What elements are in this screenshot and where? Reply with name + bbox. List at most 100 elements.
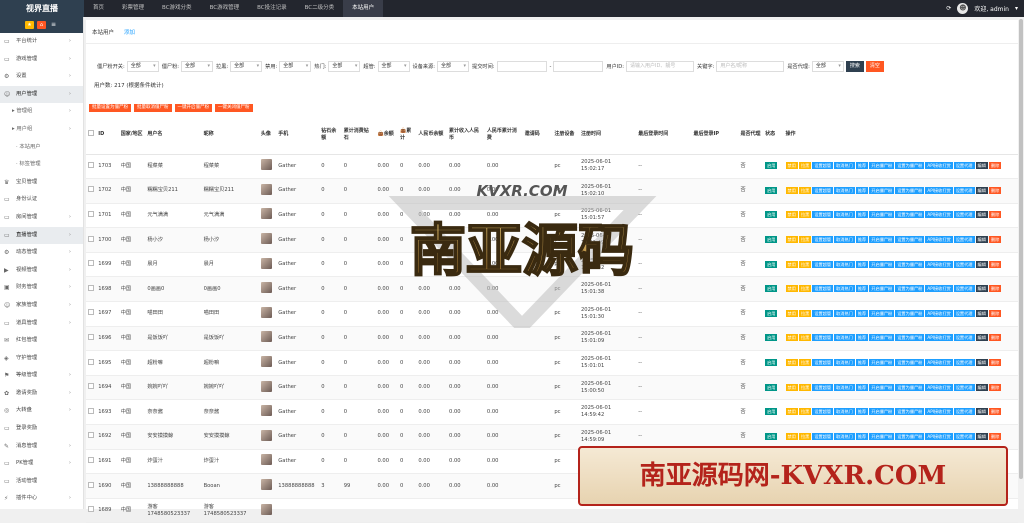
action-button[interactable]: API接收打赏 — [925, 408, 953, 416]
action-button[interactable]: 开启僵尸粉 — [869, 162, 895, 170]
action-button[interactable]: 开启僵尸粉 — [869, 408, 895, 416]
action-button[interactable]: 删除 — [988, 285, 1002, 293]
sidebar-item[interactable]: ⚙ 设置 › — [0, 68, 83, 86]
action-button[interactable]: 拉黑 — [798, 359, 812, 367]
action-button[interactable]: 编辑 — [975, 162, 988, 170]
topnav-item[interactable]: 本站用户 — [343, 0, 384, 17]
app-title[interactable]: 视界直播 — [0, 0, 84, 17]
sidebar-item[interactable]: ⚙ 动态管理 › — [0, 244, 83, 262]
action-button[interactable]: 设置为僵尸粉 — [895, 432, 925, 440]
sidebar-item[interactable]: ▭ 身份认证 — [0, 191, 83, 209]
action-button[interactable]: 取消热门 — [834, 211, 855, 219]
status-badge[interactable]: 启用 — [765, 162, 778, 170]
row-checkbox[interactable] — [88, 284, 94, 291]
action-button[interactable]: 删除 — [988, 334, 1002, 342]
action-button[interactable]: 拉黑 — [798, 285, 812, 293]
action-button[interactable]: 开启僵尸粉 — [869, 186, 895, 194]
topnav-item[interactable]: BC二级分类 — [296, 0, 344, 17]
sidebar-item[interactable]: ▣ 财务管理 › — [0, 279, 83, 297]
action-button[interactable]: 取消热门 — [834, 309, 855, 317]
status-badge[interactable]: 启用 — [765, 285, 778, 293]
action-button[interactable]: 推荐 — [855, 211, 869, 219]
action-button[interactable]: 设置为僵尸粉 — [895, 236, 925, 244]
filter-select[interactable]: 全部 — [328, 61, 361, 72]
action-button[interactable]: 开启僵尸粉 — [869, 285, 895, 293]
action-button[interactable]: 禁用 — [785, 309, 798, 317]
action-button[interactable]: 设置为僵尸粉 — [895, 260, 925, 268]
status-badge[interactable]: 启用 — [765, 408, 778, 416]
action-button[interactable]: 推荐 — [855, 162, 869, 170]
tab-users[interactable]: 本站用户 — [92, 28, 114, 36]
action-button[interactable]: 设置为僵尸粉 — [895, 408, 925, 416]
scrollbar-thumb[interactable] — [1019, 19, 1023, 479]
action-button[interactable]: 设置代理 — [953, 383, 975, 391]
search-button[interactable]: 搜索 — [845, 61, 864, 72]
action-button[interactable]: API接收打赏 — [925, 211, 953, 219]
sidebar-item[interactable]: ✎ 消息管理 › — [0, 438, 83, 456]
action-button[interactable]: 设置为僵尸粉 — [895, 309, 925, 317]
action-button[interactable]: 编辑 — [975, 186, 988, 194]
action-button[interactable]: 设置为僵尸粉 — [895, 383, 925, 391]
chevron-down-icon[interactable]: ▾ — [1015, 5, 1018, 12]
action-button[interactable]: 推荐 — [855, 260, 869, 268]
greeting-label[interactable]: 欢迎, admin — [974, 4, 1009, 13]
status-badge[interactable]: 启用 — [765, 383, 778, 391]
batch-button[interactable]: 批量设置为僵尸粉 — [89, 104, 131, 112]
action-button[interactable]: 推荐 — [855, 432, 869, 440]
batch-button[interactable]: 一键开启僵尸粉 — [174, 104, 212, 112]
action-button[interactable]: 设置为僵尸粉 — [895, 162, 925, 170]
action-button[interactable]: 设置为僵尸粉 — [895, 359, 925, 367]
status-badge[interactable]: 启用 — [765, 186, 778, 194]
action-button[interactable]: 编辑 — [975, 334, 988, 342]
action-button[interactable]: 设置代理 — [953, 211, 975, 219]
status-badge[interactable]: 启用 — [765, 211, 778, 219]
action-button[interactable]: 设置超管 — [812, 309, 834, 317]
action-button[interactable]: 设置代理 — [953, 236, 975, 244]
action-button[interactable]: API接收打赏 — [925, 186, 953, 194]
action-button[interactable]: API接收打赏 — [925, 260, 953, 268]
action-button[interactable]: 开启僵尸粉 — [869, 359, 895, 367]
action-button[interactable]: 删除 — [988, 162, 1002, 170]
action-button[interactable]: 删除 — [988, 309, 1002, 317]
action-button[interactable]: 禁用 — [785, 359, 798, 367]
sidebar-item[interactable]: ▶ 视频管理 › — [0, 262, 83, 280]
action-button[interactable]: API接收打赏 — [925, 236, 953, 244]
user-avatar-icon[interactable]: ☻ — [957, 3, 969, 14]
sidebar-item[interactable]: ◎ 大转盘 › — [0, 402, 83, 420]
action-button[interactable]: 取消热门 — [834, 186, 855, 194]
action-button[interactable]: 取消热门 — [834, 383, 855, 391]
action-button[interactable]: 设置超管 — [812, 186, 834, 194]
action-button[interactable]: 删除 — [988, 211, 1002, 219]
status-badge[interactable]: 启用 — [765, 334, 778, 342]
action-button[interactable]: 禁用 — [785, 236, 798, 244]
topnav-item[interactable]: 首页 — [84, 0, 113, 17]
sidebar-item[interactable]: ▭ 房间管理 › — [0, 209, 83, 227]
filter-select[interactable]: 全部 — [126, 61, 159, 72]
action-button[interactable]: API接收打赏 — [925, 162, 953, 170]
sidebar-item[interactable]: · 本站用户 — [0, 139, 83, 157]
row-checkbox[interactable] — [88, 456, 94, 463]
action-button[interactable]: 设置代理 — [953, 309, 975, 317]
action-button[interactable]: 编辑 — [975, 408, 988, 416]
action-button[interactable]: 拉黑 — [798, 186, 812, 194]
action-button[interactable]: 删除 — [988, 186, 1002, 194]
row-checkbox[interactable] — [88, 235, 94, 242]
action-button[interactable]: 推荐 — [855, 186, 869, 194]
tab-add[interactable]: 添加 — [124, 28, 135, 36]
action-button[interactable]: 禁用 — [785, 260, 798, 268]
action-button[interactable]: 禁用 — [785, 383, 798, 391]
sidebar-item[interactable]: ▭ 直播管理 › — [0, 226, 83, 245]
action-button[interactable]: 设置为僵尸粉 — [895, 186, 925, 194]
action-button[interactable]: 拉黑 — [798, 309, 812, 317]
status-badge[interactable]: 启用 — [765, 432, 778, 440]
action-button[interactable]: 禁用 — [785, 408, 798, 416]
row-checkbox[interactable] — [88, 260, 94, 267]
action-button[interactable]: 设置超管 — [812, 211, 834, 219]
filter-select[interactable]: 全部 — [279, 61, 312, 72]
home-icon[interactable]: ⌂ — [37, 21, 46, 29]
action-button[interactable]: 编辑 — [975, 383, 988, 391]
row-checkbox[interactable] — [88, 481, 94, 488]
status-badge[interactable]: 启用 — [765, 359, 778, 367]
batch-button[interactable]: 一键关闭僵尸粉 — [215, 104, 253, 112]
action-button[interactable]: 推荐 — [855, 383, 869, 391]
